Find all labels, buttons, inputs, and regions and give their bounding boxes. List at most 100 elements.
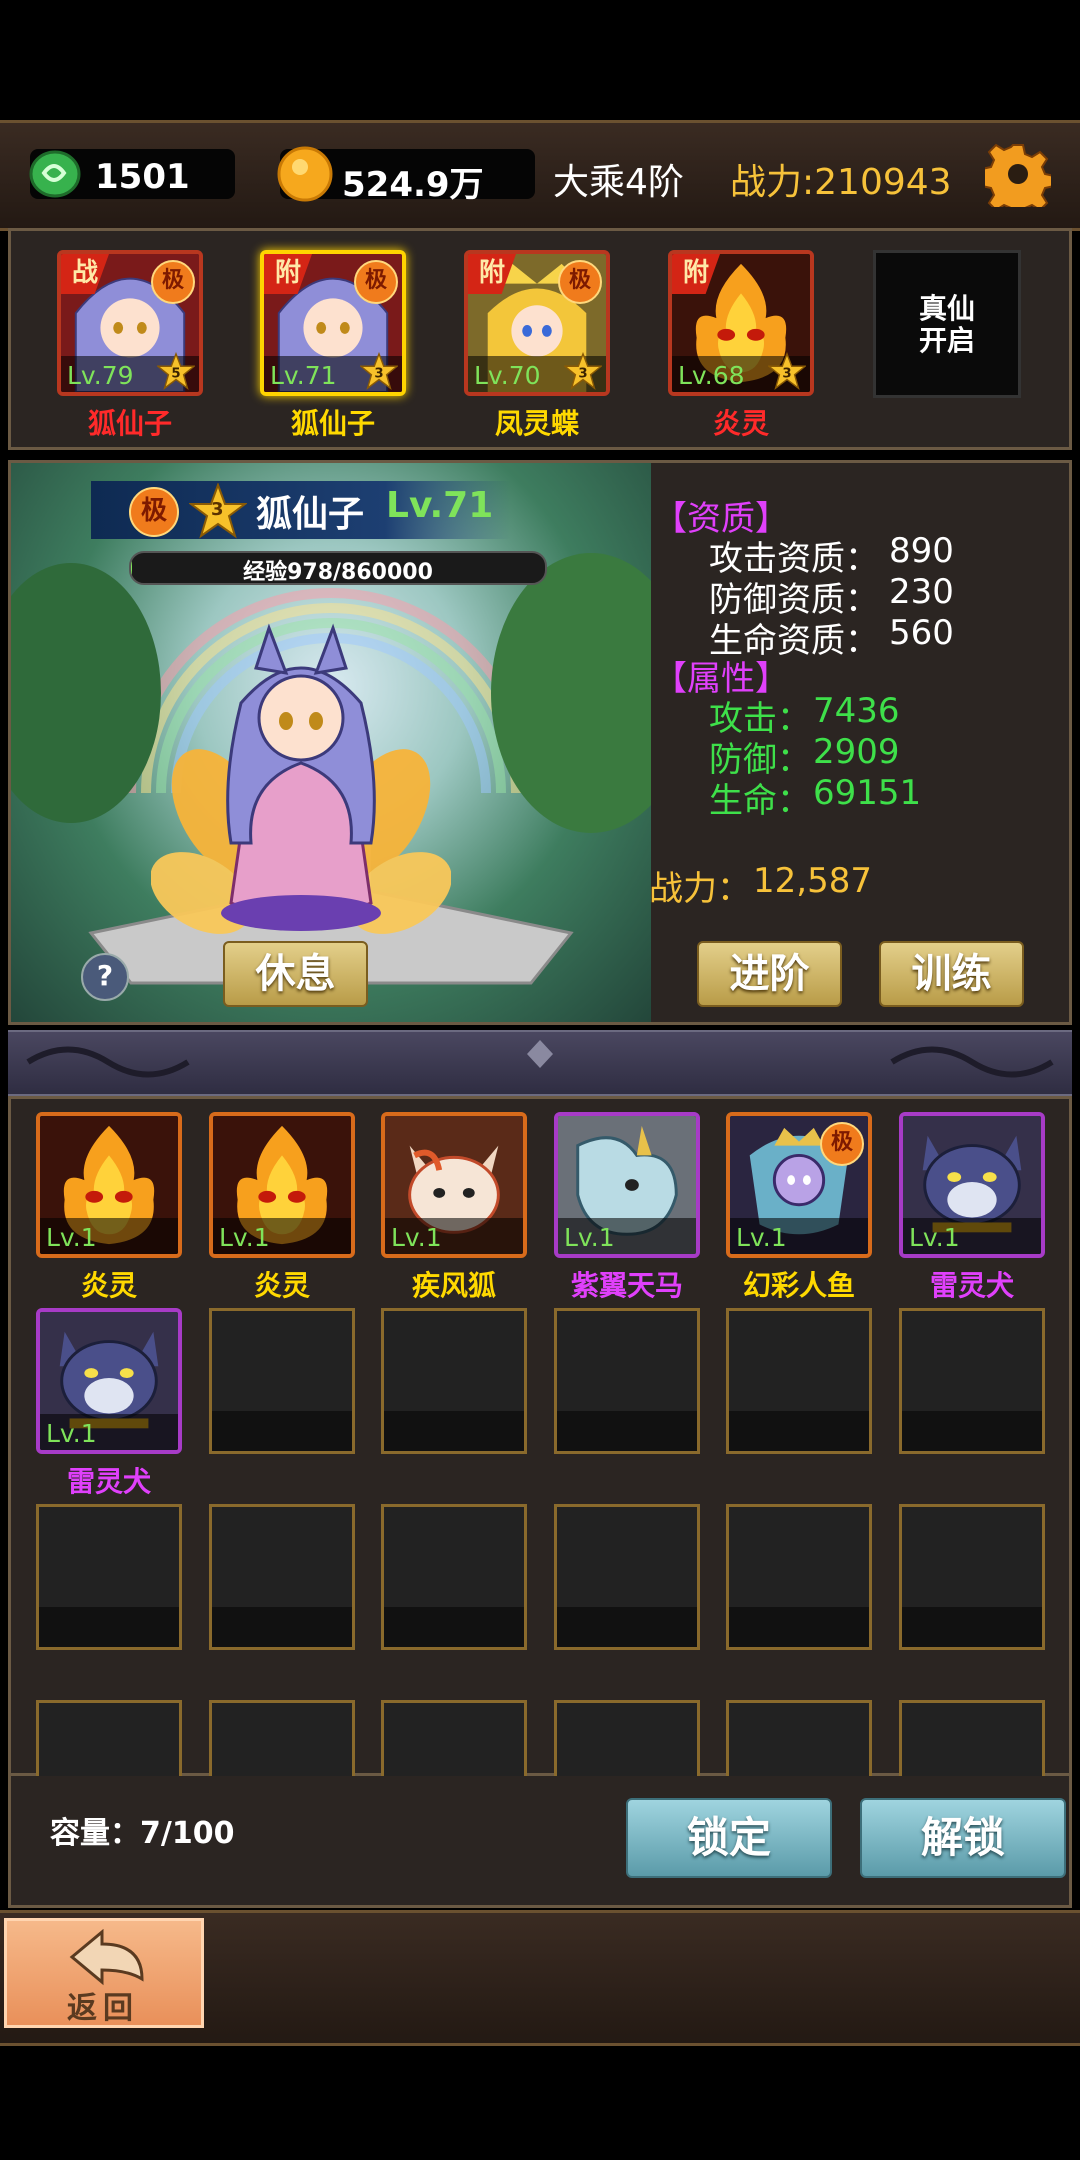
empty-bag-slot[interactable] xyxy=(899,1504,1045,1650)
bag-pet-name: 紫翼天马 xyxy=(570,1269,683,1302)
total-power: 战力:210943 xyxy=(730,162,952,203)
top-resource-bar: 1501 524.9万 大乘4阶 战力:210943 xyxy=(0,120,1080,231)
team-slot[interactable]: Lv.70 附极 3 xyxy=(464,250,610,396)
pet-level: Lv.1 xyxy=(564,1223,615,1252)
empty-bag-slot[interactable] xyxy=(554,1504,700,1650)
empty-bag-slot[interactable] xyxy=(726,1504,872,1650)
extreme-grade-badge: 极 xyxy=(354,260,398,304)
team-pet-name: 炎灵 xyxy=(712,407,769,440)
stat-label: 生命资质： xyxy=(709,621,879,661)
lock-button[interactable]: 锁定 xyxy=(626,1798,832,1878)
bag-pet-name: 疾风狐 xyxy=(411,1269,496,1302)
bag-pet-name: 幻彩人鱼 xyxy=(742,1269,855,1302)
star-icon: 5 xyxy=(157,352,195,390)
empty-bag-slot[interactable] xyxy=(209,1308,355,1454)
star-icon: 3 xyxy=(768,352,806,390)
team-slot[interactable]: Lv.68 附 3 xyxy=(668,250,814,396)
empty-bag-slot[interactable] xyxy=(899,1700,1045,1776)
bag-pet-slot[interactable]: Lv.1 xyxy=(381,1112,527,1258)
exp-bar: 经验978/860000 xyxy=(129,551,547,585)
pet-detail-panel: 极 3 狐仙子 Lv.71 经验978/860000 【资质】 【属性】 战力：… xyxy=(8,460,1072,1025)
pet-character-image xyxy=(151,623,451,934)
advance-button[interactable]: 进阶 xyxy=(697,941,842,1007)
back-label: 返回 xyxy=(67,1991,139,2026)
pet-level: Lv.70 xyxy=(474,361,541,390)
empty-bag-slot[interactable] xyxy=(554,1308,700,1454)
true-immortal-slot[interactable]: 真仙 开启 xyxy=(873,250,1021,398)
pet-power-label: 战力： xyxy=(649,869,751,909)
svg-text:3: 3 xyxy=(782,367,791,382)
bag-pet-slot[interactable]: Lv.1 xyxy=(36,1112,182,1258)
empty-bag-slot[interactable] xyxy=(36,1700,182,1776)
bag-pet-slot[interactable]: Lv.1 xyxy=(899,1112,1045,1258)
bag-pet-name: 雷灵犬 xyxy=(929,1269,1014,1302)
train-button[interactable]: 训练 xyxy=(879,941,1024,1007)
realm-label: 大乘4阶 xyxy=(553,162,684,203)
ornament-divider xyxy=(8,1030,1072,1096)
stat-value: 560 xyxy=(889,613,954,653)
gold-coin-icon xyxy=(277,146,333,202)
pet-level: Lv.1 xyxy=(46,1419,97,1448)
svg-text:3: 3 xyxy=(578,367,587,382)
bag-pet-name: 炎灵 xyxy=(253,1269,310,1302)
empty-bag-slot[interactable] xyxy=(554,1700,700,1776)
empty-bag-slot[interactable] xyxy=(381,1308,527,1454)
stat-label: 生命： xyxy=(709,781,811,821)
capacity-label: 容量：7/100 xyxy=(50,1816,235,1851)
pet-level: Lv.79 xyxy=(67,361,134,390)
stat-value: 69151 xyxy=(813,773,922,813)
empty-bag-slot[interactable] xyxy=(209,1504,355,1650)
team-slot[interactable]: Lv.71 附极 3 xyxy=(260,250,406,396)
pet-level: Lv.1 xyxy=(219,1223,270,1252)
help-button[interactable]: ? xyxy=(81,953,129,1001)
true-immortal-line2: 开启 xyxy=(918,324,975,357)
team-pet-name: 狐仙子 xyxy=(87,407,172,440)
pet-level: Lv.1 xyxy=(736,1223,787,1252)
extreme-grade-badge: 极 xyxy=(151,260,195,304)
empty-bag-slot[interactable] xyxy=(899,1308,1045,1454)
empty-bag-slot[interactable] xyxy=(726,1700,872,1776)
pet-bag-grid[interactable]: Lv.1 炎灵 Lv.1 炎灵 Lv.1 疾风狐 Lv.1 紫翼天马 Lv.1 极幻彩人鱼 Lv.1… xyxy=(8,1096,1072,1776)
jade-icon xyxy=(29,150,81,198)
empty-bag-slot[interactable] xyxy=(209,1700,355,1776)
stat-value: 230 xyxy=(889,572,954,612)
bag-pet-name: 雷灵犬 xyxy=(66,1465,151,1498)
exp-text: 经验978/860000 xyxy=(243,560,433,585)
star-icon: 3 xyxy=(360,352,398,390)
pet-level: Lv.71 xyxy=(386,485,494,526)
bag-pet-slot[interactable]: Lv.1 xyxy=(554,1112,700,1258)
empty-bag-slot[interactable] xyxy=(381,1504,527,1650)
gear-icon[interactable] xyxy=(985,141,1051,207)
team-slot[interactable]: Lv.79 战极 5 xyxy=(57,250,203,396)
pet-level: Lv.71 xyxy=(270,361,337,390)
pet-level: Lv.1 xyxy=(909,1223,960,1252)
empty-bag-slot[interactable] xyxy=(36,1504,182,1650)
jade-value: 1501 xyxy=(95,157,190,197)
back-button[interactable]: 返回 xyxy=(4,1918,204,2028)
unlock-button[interactable]: 解锁 xyxy=(860,1798,1066,1878)
back-arrow-icon xyxy=(69,1929,144,1986)
svg-text:5: 5 xyxy=(171,367,180,382)
jade-counter: 1501 xyxy=(29,149,235,199)
team-pet-name: 凤灵蝶 xyxy=(494,407,579,440)
pet-name: 狐仙子 xyxy=(256,494,365,535)
pet-power-value: 12,587 xyxy=(753,861,872,901)
svg-text:3: 3 xyxy=(374,367,383,382)
star-icon: 3 xyxy=(564,352,602,390)
pet-level: Lv.1 xyxy=(46,1223,97,1252)
bag-pet-slot[interactable]: Lv.1 xyxy=(209,1112,355,1258)
rest-button[interactable]: 休息 xyxy=(223,941,368,1007)
pet-level: Lv.1 xyxy=(391,1223,442,1252)
true-immortal-line1: 真仙 xyxy=(918,292,975,325)
extreme-grade-badge: 极 xyxy=(820,1122,864,1166)
empty-bag-slot[interactable] xyxy=(381,1700,527,1776)
empty-bag-slot[interactable] xyxy=(726,1308,872,1454)
stat-value: 890 xyxy=(889,531,954,571)
stat-value: 7436 xyxy=(813,691,900,731)
extreme-grade-badge: 极 xyxy=(558,260,602,304)
bag-pet-slot[interactable]: Lv.1 极 xyxy=(726,1112,872,1258)
extreme-grade-badge: 极 xyxy=(129,487,179,537)
bag-pet-name: 炎灵 xyxy=(80,1269,137,1302)
bag-pet-slot[interactable]: Lv.1 xyxy=(36,1308,182,1454)
gold-counter: 524.9万 xyxy=(277,146,535,205)
